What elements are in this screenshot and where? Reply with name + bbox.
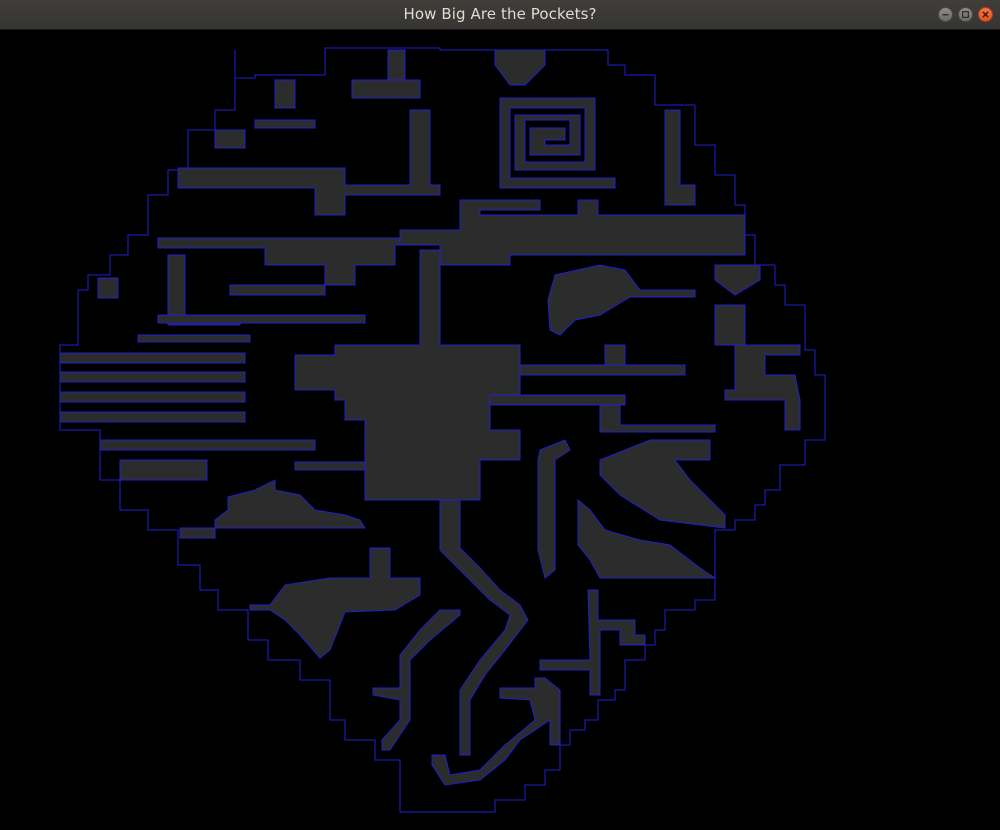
pocket-main-bar [399,199,746,266]
pocket-stripes-2 [59,371,246,383]
pocket-right-mid [714,304,746,346]
pocket-lower-left-block [119,459,208,481]
close-button[interactable] [978,7,993,22]
pocket-bar-left-mid [157,314,366,324]
pocket-lower-bar [294,461,366,471]
pocket-left-wedge [179,479,366,539]
close-icon [982,11,989,18]
pocket-top-tee [351,49,421,99]
pockets [59,49,801,786]
pocket-spiral [499,97,616,189]
window-titlebar: How Big Are the Pockets? [0,0,1000,30]
pocket-wedge [547,264,696,336]
pocket-left-arm [157,237,401,296]
pocket-left-thin [137,334,251,343]
pocket-channel-left [372,609,461,751]
pocket-top-left-strip [254,119,316,129]
pocket-right-upper [714,264,761,296]
window-title: How Big Are the Pockets? [403,5,597,23]
minimize-button[interactable] [938,7,953,22]
pocket-stripes-4 [59,411,246,423]
pocket-top-square [274,79,296,109]
pocket-stripes-1 [59,352,246,364]
pocket-right-bar-1 [519,364,686,376]
minimize-icon [942,14,949,16]
pocket-right-column [664,109,696,206]
pocket-right-blob [724,344,801,431]
pocket-channel-down [439,499,529,756]
pocket-stripes-3 [59,391,246,403]
maximize-button[interactable] [958,7,973,22]
pocket-bottom-left-blob [249,547,421,659]
pocket-small-left [97,277,119,299]
pocket-top-left-small [214,129,246,149]
pocket-mid-block [604,344,626,366]
pocket-right-triangle [599,439,726,529]
pocket-bottom-hook [431,677,561,786]
pocket-map [59,47,826,813]
pocket-cross [539,589,646,696]
pocket-right-stem [537,439,571,579]
pocket-stripe-lower [99,439,316,451]
pocket-top-notch [494,49,546,86]
pocket-right-bar-3 [599,404,716,433]
maximize-icon [962,11,969,18]
pocket-right-bar-2 [489,394,626,406]
game-canvas[interactable] [0,30,1000,830]
